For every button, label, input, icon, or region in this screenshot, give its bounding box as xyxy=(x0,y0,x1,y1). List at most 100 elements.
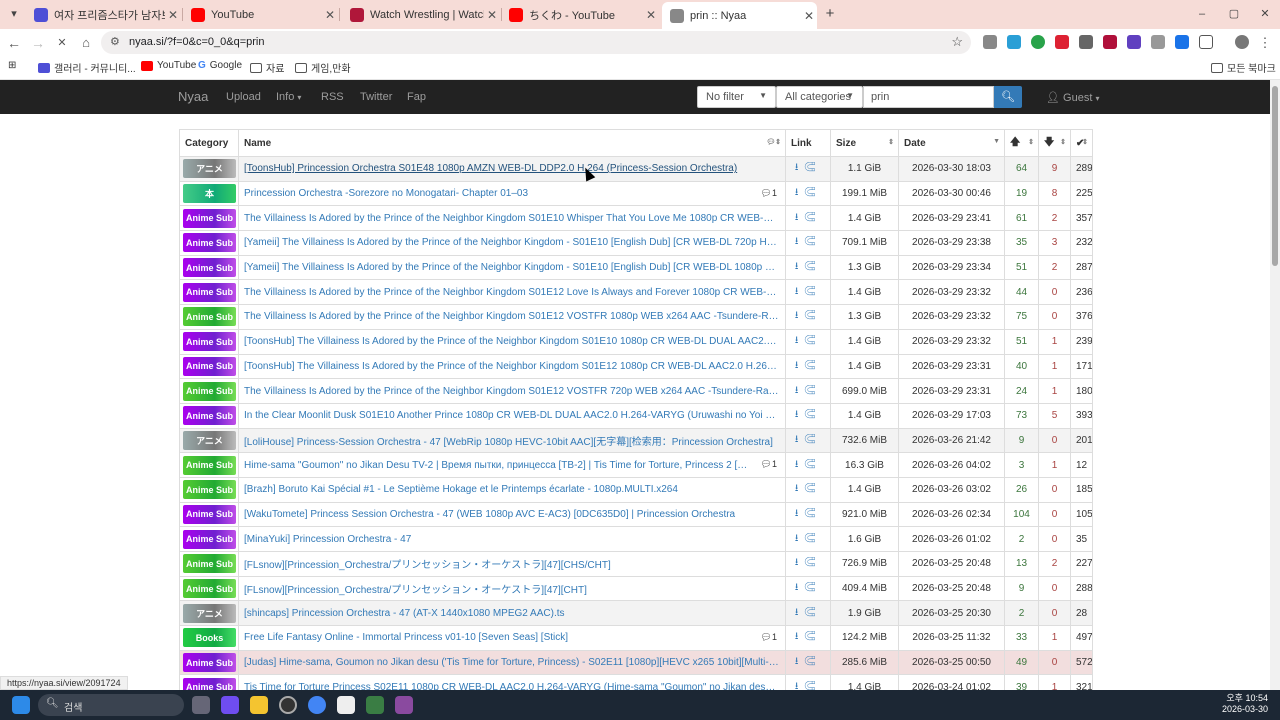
game-app-icon[interactable] xyxy=(395,696,413,714)
tab-search-icon[interactable]: ▾ xyxy=(3,5,25,23)
nav-rss[interactable]: RSS xyxy=(321,91,344,103)
chat-app-icon[interactable] xyxy=(337,696,355,714)
torrent-link[interactable]: Princession Orchestra -Sorezore no Monog… xyxy=(244,188,752,199)
copilot-icon[interactable] xyxy=(221,696,239,714)
forward-icon[interactable]: → xyxy=(28,33,48,53)
chrome-icon[interactable] xyxy=(308,696,326,714)
category-badge[interactable]: Anime Sub xyxy=(183,529,236,549)
comment-count[interactable]: 💬︎1 xyxy=(761,632,777,643)
magnet-icon[interactable]: 🧲︎ xyxy=(803,286,821,297)
category-badge[interactable]: アニメ xyxy=(183,430,236,450)
comments-sort-icon[interactable]: 💬︎⇕ xyxy=(766,138,781,146)
extension-reader-icon[interactable] xyxy=(983,35,997,49)
torrent-link[interactable]: The Villainess Is Adored by the Prince o… xyxy=(244,287,780,298)
torrent-link[interactable]: Free Life Fantasy Online - Immortal Prin… xyxy=(244,632,752,643)
extension-box-icon[interactable] xyxy=(1079,35,1093,49)
magnet-icon[interactable]: 🧲︎ xyxy=(803,335,821,346)
magnet-icon[interactable]: 🧲︎ xyxy=(803,483,821,494)
browser-tab[interactable]: Watch Wrestling | Watch WWE✕ xyxy=(342,3,500,26)
nav-info[interactable]: Info ▾ xyxy=(276,91,301,103)
minimize-icon[interactable]: – xyxy=(1191,5,1213,23)
header-name[interactable]: Name 💬︎⇕ xyxy=(238,129,786,157)
site-brand[interactable]: Nyaa xyxy=(178,89,208,104)
bookmark-community[interactable]: 갤러리 - 커뮤니티... xyxy=(38,60,136,75)
torrent-link[interactable]: [Judas] Hime-sama, Goumon no Jikan desu … xyxy=(244,657,780,668)
category-badge[interactable]: Anime Sub xyxy=(183,455,236,475)
magnet-icon[interactable]: 🧲︎ xyxy=(803,582,821,593)
category-badge[interactable]: Anime Sub xyxy=(183,653,236,673)
torrent-link[interactable]: [ToonsHub] Princession Orchestra S01E48 … xyxy=(244,163,780,174)
torrent-link[interactable]: [Brazh] Boruto Kai Spécial #1 - Le Septi… xyxy=(244,484,780,495)
windows-start-icon[interactable] xyxy=(12,696,30,714)
browser-tab[interactable]: 여자 프리즘스타가 남자보다 잘✕ xyxy=(26,3,181,26)
torrent-link[interactable]: [MinaYuki] Princession Orchestra - 47 xyxy=(244,534,780,545)
nav-upload[interactable]: Upload xyxy=(226,91,261,103)
header-date[interactable]: Date ▼ xyxy=(898,129,1005,157)
magnet-icon[interactable]: 🧲︎ xyxy=(803,656,821,667)
browser-menu-icon[interactable]: ⋮ xyxy=(1255,33,1275,53)
maximize-icon[interactable]: ▢ xyxy=(1223,5,1245,23)
category-badge[interactable]: Anime Sub xyxy=(183,258,236,278)
close-tab-icon[interactable]: ✕ xyxy=(165,8,181,22)
category-badge[interactable]: Anime Sub xyxy=(183,504,236,524)
header-category[interactable]: Category xyxy=(179,129,239,157)
magnet-icon[interactable]: 🧲︎ xyxy=(803,212,821,223)
apps-grid-icon[interactable]: ⊞ xyxy=(8,60,16,71)
header-leechers[interactable]: 🡇 ⇕ xyxy=(1038,129,1071,157)
extension-gray-icon[interactable] xyxy=(1151,35,1165,49)
comment-count[interactable]: 💬︎1 xyxy=(761,459,777,470)
magnet-icon[interactable]: 🧲︎ xyxy=(803,557,821,568)
browser-tab[interactable]: prin :: Nyaa ✕ xyxy=(662,2,817,29)
category-badge[interactable]: Anime Sub xyxy=(183,233,236,253)
close-tab-icon[interactable]: ✕ xyxy=(322,8,338,22)
torrent-link[interactable]: In the Clear Moonlit Dusk S01E10 Another… xyxy=(244,410,780,421)
layers-app-icon[interactable] xyxy=(366,696,384,714)
category-badge[interactable]: Anime Sub xyxy=(183,356,236,376)
magnet-icon[interactable]: 🧲︎ xyxy=(803,360,821,371)
all-bookmarks[interactable]: 모든 북마크 xyxy=(1211,60,1276,75)
torrent-link[interactable]: [shincaps] Princession Orchestra - 47 (A… xyxy=(244,608,780,619)
category-badge[interactable]: Anime Sub xyxy=(183,554,236,574)
site-info-icon[interactable]: ⚙ xyxy=(110,35,120,48)
download-icon[interactable] xyxy=(1175,35,1189,49)
category-badge[interactable]: Anime Sub xyxy=(183,282,236,302)
extension-adblock-icon[interactable] xyxy=(1055,35,1069,49)
profile-avatar[interactable] xyxy=(1235,35,1249,49)
search-input[interactable]: prin xyxy=(863,86,994,108)
category-badge[interactable]: Anime Sub xyxy=(183,307,236,327)
back-icon[interactable]: ← xyxy=(4,33,24,53)
torrent-link[interactable]: [FLsnow][Princession_Orchestra/プリンセッション・… xyxy=(244,556,780,571)
magnet-icon[interactable]: 🧲︎ xyxy=(803,409,821,420)
magnet-icon[interactable]: 🧲︎ xyxy=(803,261,821,272)
torrent-link[interactable]: The Villainess Is Adored by the Prince o… xyxy=(244,311,780,322)
header-size[interactable]: Size ⇕ xyxy=(830,129,899,157)
bookmark-star-icon[interactable]: ☆ xyxy=(951,34,963,50)
task-view-icon[interactable] xyxy=(192,696,210,714)
close-tab-icon[interactable]: ✕ xyxy=(801,9,817,23)
torrent-link[interactable]: [LoliHouse] Princess-Session Orchestra -… xyxy=(244,433,780,448)
category-badge[interactable]: Anime Sub xyxy=(183,381,236,401)
taskbar-search[interactable]: 🔍︎ 검색 xyxy=(38,694,184,716)
category-badge[interactable]: アニメ xyxy=(183,159,236,179)
file-explorer-icon[interactable] xyxy=(250,696,268,714)
stop-loading-icon[interactable]: ✕ xyxy=(52,33,72,53)
extension-translate-icon[interactable] xyxy=(1007,35,1021,49)
category-select[interactable]: All categories ▼ xyxy=(776,86,863,108)
browser-tab[interactable]: YouTube ✕ xyxy=(183,3,338,26)
header-completed[interactable]: ✔ ⇕ xyxy=(1070,129,1093,157)
magnet-icon[interactable]: 🧲︎ xyxy=(803,187,821,198)
torrent-link[interactable]: [FLsnow][Princession_Orchestra/プリンセッション・… xyxy=(244,581,780,596)
extension-record-icon[interactable] xyxy=(1103,35,1117,49)
home-icon[interactable]: ⌂ xyxy=(76,33,96,53)
browser-tab[interactable]: ちくわ - YouTube ✕ xyxy=(501,3,659,26)
scrollbar-thumb[interactable] xyxy=(1272,86,1278,266)
media-app-icon[interactable] xyxy=(279,696,297,714)
close-window-icon[interactable]: ✕ xyxy=(1254,5,1276,23)
torrent-link[interactable]: [ToonsHub] The Villainess Is Adored by t… xyxy=(244,361,780,372)
category-badge[interactable]: 本 xyxy=(183,184,236,204)
torrent-link[interactable]: [Yameii] The Villainess Is Adored by the… xyxy=(244,262,780,273)
magnet-icon[interactable]: 🧲︎ xyxy=(803,385,821,396)
page-scrollbar[interactable] xyxy=(1270,80,1280,690)
magnet-icon[interactable]: 🧲︎ xyxy=(803,236,821,247)
magnet-icon[interactable]: 🧲︎ xyxy=(803,631,821,642)
